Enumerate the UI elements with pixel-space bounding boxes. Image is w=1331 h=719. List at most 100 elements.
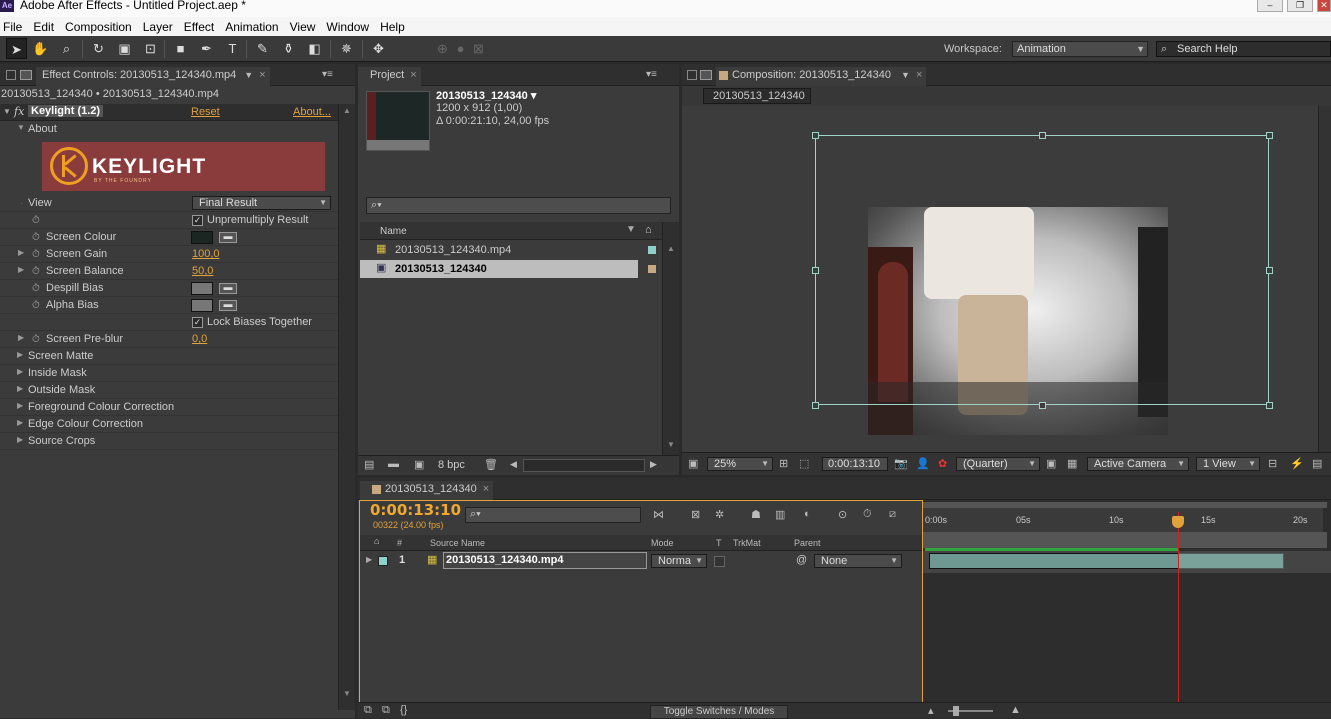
camera-select[interactable]: Active Camera ▼ <box>1087 457 1189 471</box>
bounding-handle[interactable] <box>1266 132 1273 139</box>
panel-grip-icon[interactable] <box>6 70 16 80</box>
about-link[interactable]: About... <box>293 106 331 118</box>
mask-visibility-icon[interactable]: ⬚ <box>799 457 809 470</box>
fast-previews-icon[interactable]: ⚡ <box>1290 457 1304 470</box>
stopwatch-icon[interactable]: ⏱ <box>32 232 40 243</box>
label-tag-icon[interactable]: ⌂ <box>374 536 379 546</box>
magnification-select[interactable]: 25% ▼ <box>707 457 773 471</box>
transparency-grid-icon[interactable]: ▦ <box>1067 457 1077 470</box>
time-navigator[interactable] <box>923 502 1327 508</box>
current-time-display[interactable]: 0:00:13:10 <box>370 501 461 519</box>
motion-blur-icon[interactable]: ◐ <box>804 508 811 520</box>
bounding-handle[interactable] <box>1039 132 1046 139</box>
puppet-pin-tool-icon[interactable]: ✥ <box>368 38 389 59</box>
parent-select[interactable]: None ▼ <box>814 554 902 568</box>
expand-triangle-icon[interactable]: ▶ <box>17 367 23 376</box>
rotation-tool-icon[interactable]: ↻ <box>88 38 109 59</box>
menu-effect[interactable]: Effect <box>181 20 220 34</box>
pen-tool-icon[interactable]: ✒ <box>196 38 217 59</box>
clone-stamp-tool-icon[interactable]: ⚱ <box>278 38 299 59</box>
about-group[interactable]: ▼ About <box>0 121 338 138</box>
layer-mode-select[interactable]: Norma ▼ <box>651 554 707 568</box>
bounding-handle[interactable] <box>1039 402 1046 409</box>
scroll-up-icon[interactable]: ▲ <box>667 244 675 253</box>
view-select[interactable]: Final Result ▼ <box>192 196 331 210</box>
lock-icon[interactable] <box>700 70 712 80</box>
current-time-button[interactable]: 0:00:13:10 <box>822 457 888 471</box>
col-mode-header[interactable]: Mode <box>651 538 674 548</box>
stopwatch-icon[interactable]: ⏱ <box>32 300 40 311</box>
project-item-footage[interactable]: ▦ 20130513_124340.mp4 <box>360 241 663 259</box>
current-time-indicator[interactable] <box>1178 512 1179 718</box>
graph-editor-icon[interactable]: ⧄ <box>889 508 896 521</box>
timeline-search-input[interactable]: ⌕▾ <box>465 507 641 523</box>
despill-bias-swatch[interactable] <box>191 282 213 295</box>
bit-depth-button[interactable]: 8 bpc <box>438 459 465 471</box>
menu-animation[interactable]: Animation <box>222 20 284 34</box>
hide-shy-layers-icon[interactable]: ☗ <box>751 508 761 521</box>
bounding-handle[interactable] <box>1266 402 1273 409</box>
menu-view[interactable]: View <box>287 20 322 34</box>
eyedropper-icon[interactable]: ▬ <box>219 283 237 294</box>
project-selected-name[interactable]: 20130513_124340 ▾ <box>436 89 536 102</box>
expand-triangle-icon[interactable]: ▼ <box>3 107 11 116</box>
type-tool-icon[interactable]: T <box>222 38 243 59</box>
screen-colour-swatch[interactable] <box>191 231 213 244</box>
menu-file[interactable]: File <box>0 20 28 34</box>
project-scrollbar[interactable]: ▲ ▼ <box>662 222 679 455</box>
expand-triangle-icon[interactable]: ▶ <box>17 401 23 410</box>
toggle-pixel-aspect-icon[interactable]: ⊟ <box>1268 457 1277 470</box>
scroll-up-icon[interactable]: ▲ <box>343 106 351 115</box>
expand-triangle-icon[interactable]: ▶ <box>17 384 23 393</box>
bounding-handle[interactable] <box>812 267 819 274</box>
rectangle-tool-icon[interactable]: ■ <box>170 38 191 59</box>
expand-triangle-icon[interactable]: ▶ <box>18 333 24 342</box>
panel-menu-icon[interactable]: ▾≡ <box>322 69 333 80</box>
expand-triangle-icon[interactable]: ▶ <box>17 350 23 359</box>
auto-keyframe-icon[interactable]: ⏱ <box>863 508 872 521</box>
unpremultiply-checkbox[interactable]: ✓ <box>192 215 203 226</box>
stopwatch-icon[interactable]: ⏱ <box>32 249 40 260</box>
tab-timeline[interactable]: 20130513_124340 × <box>360 481 494 500</box>
selection-tool-icon[interactable]: ➤ <box>6 38 27 59</box>
region-of-interest-icon[interactable]: ▣ <box>1046 457 1056 470</box>
fx-icon[interactable]: fx <box>14 105 24 118</box>
search-help-input[interactable]: ⌕ Search Help <box>1156 41 1331 57</box>
view-layout-select[interactable]: 1 View ▼ <box>1196 457 1260 471</box>
comp-subtab[interactable]: 20130513_124340 <box>703 88 811 104</box>
label-color-swatch[interactable] <box>648 265 656 273</box>
close-icon[interactable]: × <box>483 483 489 495</box>
close-icon[interactable]: × <box>916 69 922 81</box>
stopwatch-icon[interactable]: ⏱ <box>32 266 40 277</box>
toggle-switches-modes-button[interactable]: Toggle Switches / Modes <box>650 705 788 719</box>
col-source-name-header[interactable]: Source Name <box>430 538 485 548</box>
lock-biases-checkbox[interactable]: ✓ <box>192 317 203 328</box>
zoom-out-icon[interactable]: ▴ <box>928 704 934 717</box>
tab-project[interactable]: Project × <box>358 67 421 86</box>
lock-icon[interactable] <box>20 70 32 80</box>
channels-icon[interactable]: ✿ <box>938 457 947 470</box>
view-axis-icon[interactable]: ⊠ <box>468 38 489 59</box>
zoom-slider-handle[interactable] <box>953 706 959 716</box>
alpha-bias-swatch[interactable] <box>191 299 213 312</box>
expand-triangle-icon[interactable]: ▶ <box>17 435 23 444</box>
expand-layer-switches-icon[interactable]: ⧉ <box>364 704 372 717</box>
draft-3d-icon[interactable]: ✲ <box>715 508 724 521</box>
comp-viewer-scrollbar[interactable] <box>1318 106 1331 452</box>
work-area-bar[interactable] <box>923 532 1327 548</box>
comp-bounding-box[interactable] <box>815 135 1269 405</box>
always-preview-icon[interactable]: ▣ <box>688 457 698 470</box>
roto-brush-tool-icon[interactable]: ✵ <box>336 38 357 59</box>
hand-tool-icon[interactable]: ✋ <box>30 38 51 59</box>
bounding-handle[interactable] <box>812 132 819 139</box>
safe-margins-icon[interactable]: ⊞ <box>779 457 788 470</box>
col-trkmat-header[interactable]: TrkMat <box>733 538 761 548</box>
project-hscrollbar[interactable] <box>523 459 645 472</box>
frame-blending-icon[interactable]: ▥ <box>775 508 785 521</box>
pick-whip-icon[interactable]: @ <box>796 554 807 566</box>
comp-viewer[interactable] <box>682 106 1331 452</box>
menu-composition[interactable]: Composition <box>62 20 138 34</box>
label-tag-icon[interactable]: ⌂ <box>645 224 652 236</box>
live-update-icon[interactable]: ⊠ <box>691 508 700 521</box>
project-search-input[interactable]: ⌕▾ <box>366 197 671 214</box>
